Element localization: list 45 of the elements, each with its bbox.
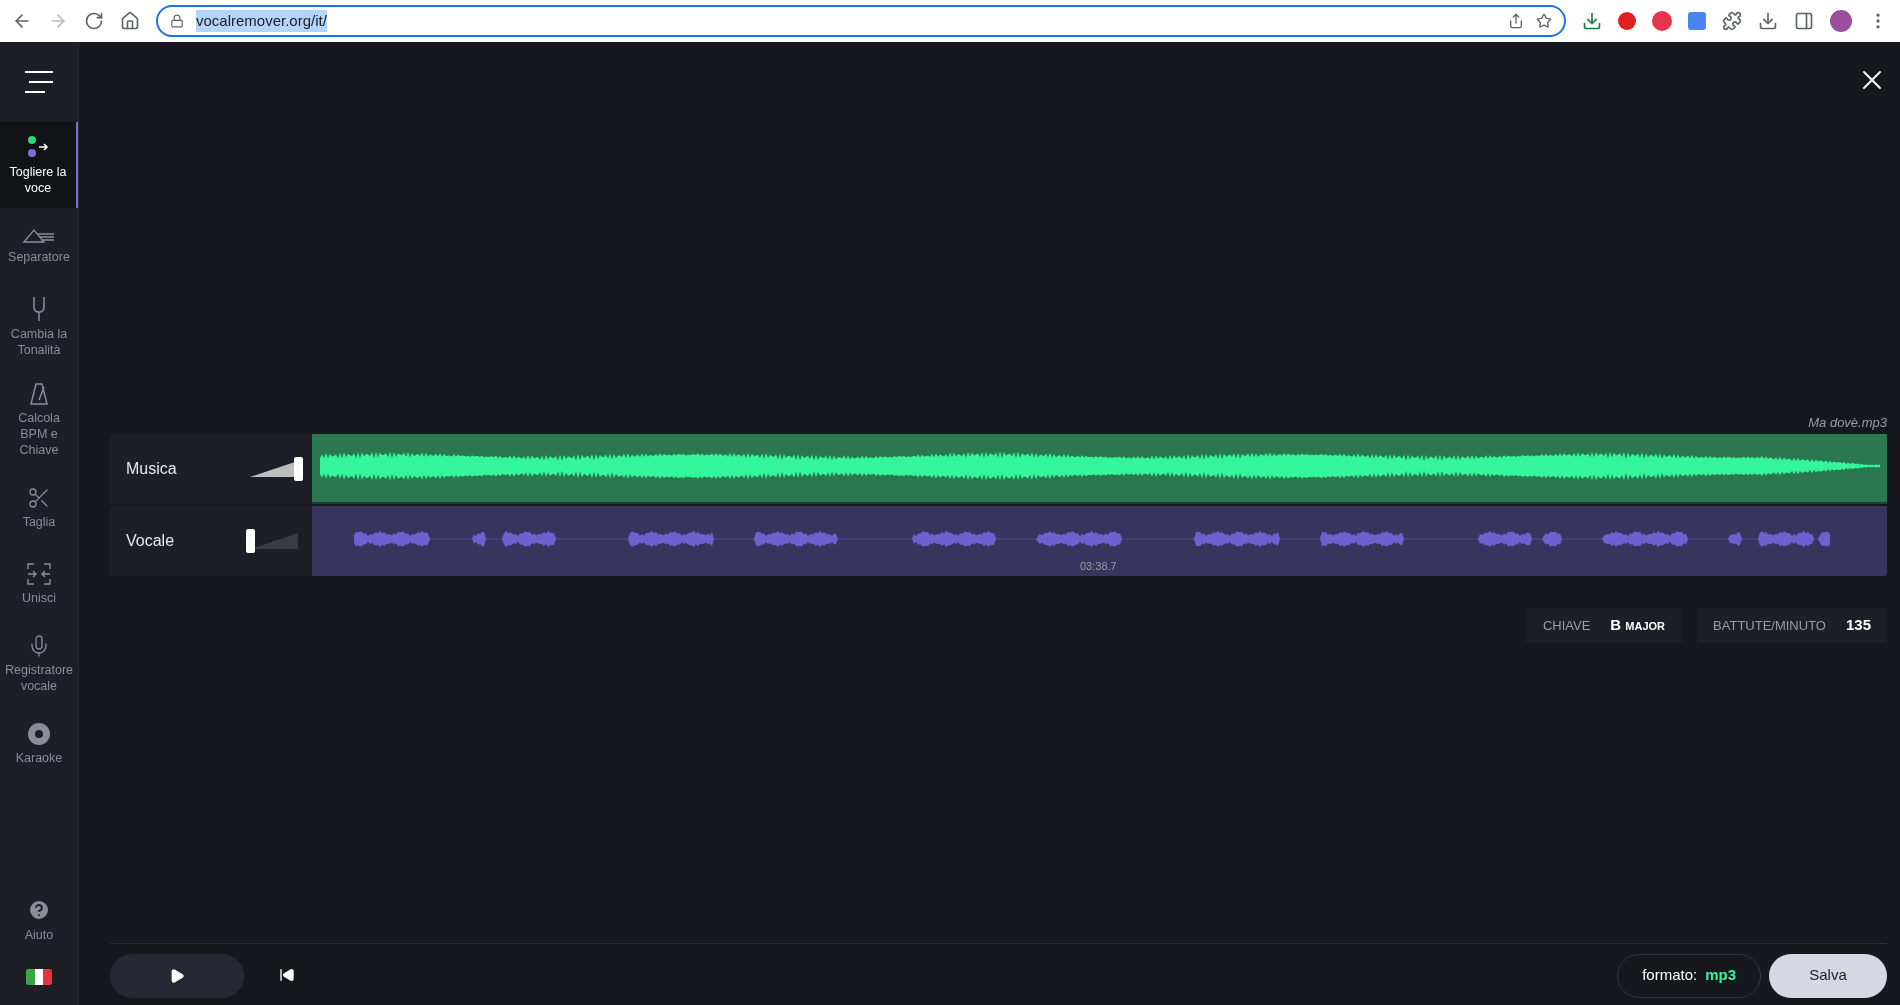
key-value: B MAJOR: [1610, 615, 1666, 636]
skip-back-icon[interactable]: [279, 966, 295, 983]
merge-icon: [26, 562, 52, 586]
help-item[interactable]: Aiuto: [0, 898, 78, 969]
address-bar[interactable]: vocalremover.org/it/: [156, 5, 1566, 37]
slider-thumb[interactable]: [294, 457, 303, 481]
sidebar-item[interactable]: Cambia la Tonalità: [0, 284, 78, 370]
download-icon[interactable]: [1758, 11, 1778, 31]
sidebar-item[interactable]: Calcola BPM e Chiave: [0, 370, 78, 470]
format-label: formato:: [1642, 965, 1698, 986]
url-text: vocalremover.org/it/: [196, 9, 327, 33]
sidebar-item[interactable]: Karaoke: [0, 706, 78, 782]
side-panel-icon[interactable]: [1794, 11, 1814, 31]
sidebar-item[interactable]: Separatore: [0, 208, 78, 284]
disc-icon: [27, 722, 51, 746]
save-button[interactable]: Salva: [1769, 953, 1887, 998]
sidebar-item[interactable]: Unisci: [0, 546, 78, 622]
key-label: CHIAVE: [1542, 616, 1591, 635]
bpm-label: BATTUTE/MINUTO: [1713, 616, 1826, 635]
menu-icon[interactable]: [23, 70, 55, 94]
duration-label: 03:38.7: [1080, 558, 1117, 574]
sidebar-item[interactable]: Registratore vocale: [0, 622, 78, 706]
avatar-icon[interactable]: [1830, 10, 1852, 32]
sidebar-item[interactable]: Taglia: [0, 470, 78, 546]
file-name: Ma dovè.mp3: [1808, 414, 1887, 432]
format-value: mp3: [1705, 965, 1736, 986]
metronome-icon: [29, 382, 49, 406]
play-button[interactable]: [110, 953, 244, 998]
track-name: Musica: [126, 459, 177, 479]
sidebar-item[interactable]: Togliere la voce: [0, 122, 78, 208]
track-name: Vocale: [126, 531, 175, 551]
slider-thumb[interactable]: [246, 529, 255, 553]
share-icon[interactable]: [1508, 13, 1524, 29]
tuning-fork-icon: [31, 296, 47, 322]
prism-icon: [22, 227, 56, 245]
reload-icon[interactable]: [84, 11, 104, 31]
dots-arrow-icon: [26, 134, 50, 160]
download-icon[interactable]: [1582, 11, 1602, 31]
play-icon: [169, 967, 185, 984]
home-icon[interactable]: [120, 11, 140, 31]
puzzle-icon[interactable]: [1722, 11, 1742, 31]
bookmark-star-icon[interactable]: [1536, 13, 1552, 29]
bpm-value: 135: [1845, 615, 1871, 636]
italy-flag-icon[interactable]: [26, 969, 52, 985]
lock-icon: [170, 14, 184, 28]
